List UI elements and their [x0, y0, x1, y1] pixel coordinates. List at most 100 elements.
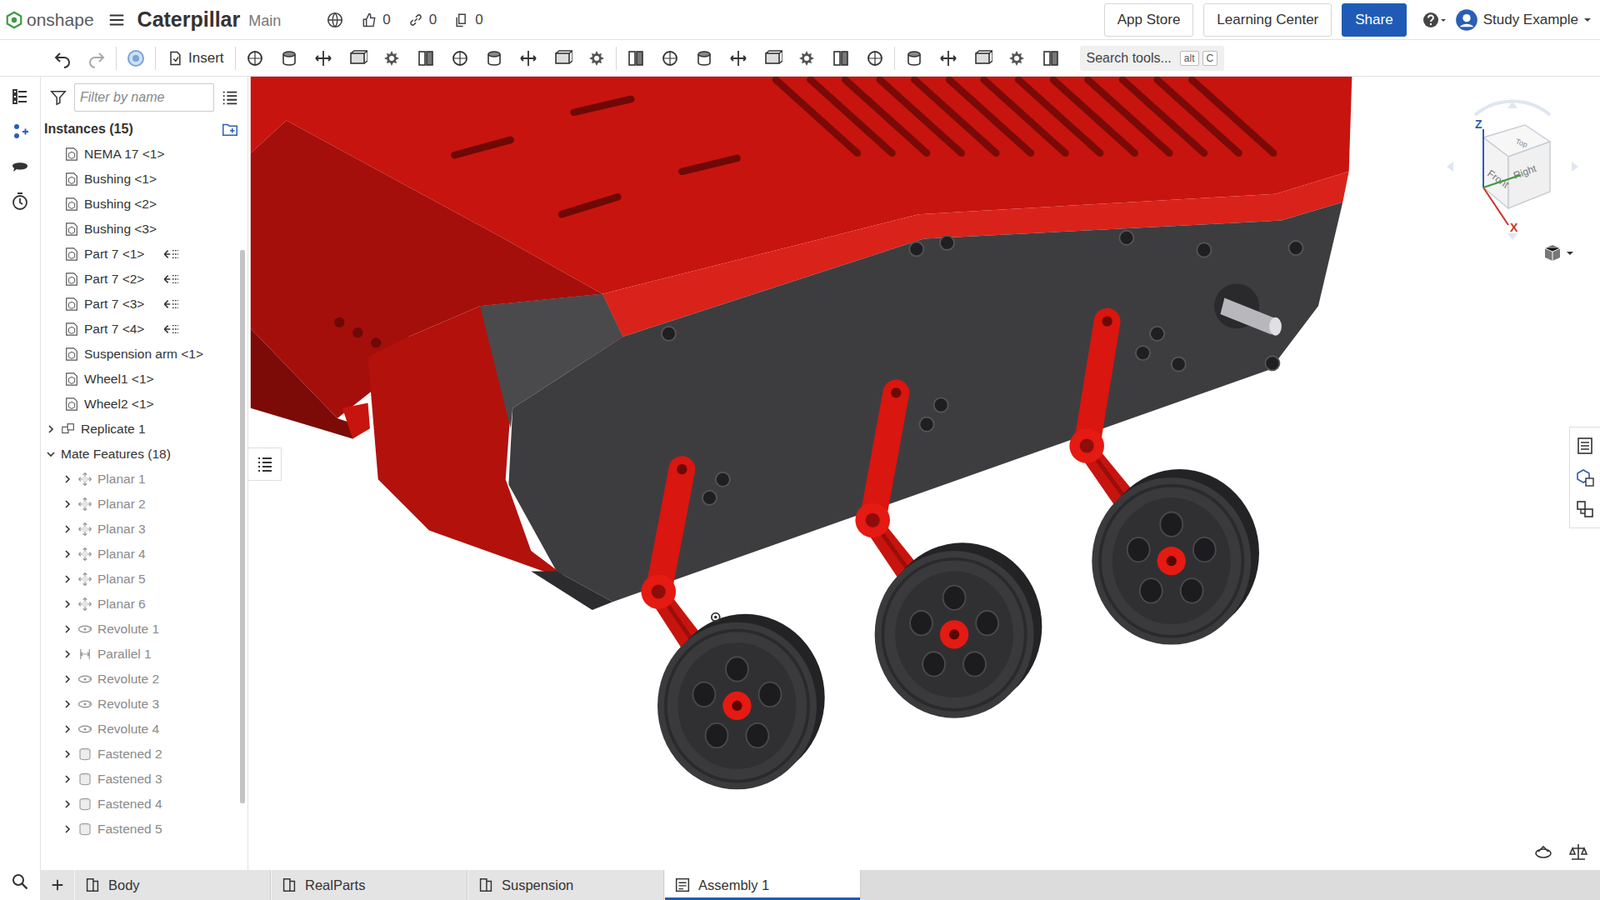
mate-row[interactable]: Revolute 1: [40, 616, 238, 642]
document-tab[interactable]: Suspension: [467, 870, 665, 900]
help-icon[interactable]: [1421, 10, 1447, 30]
instance-row[interactable]: Wheel1 <1>: [40, 366, 238, 392]
filter-input[interactable]: Filter by name: [74, 83, 215, 112]
comments-icon[interactable]: [10, 156, 30, 177]
redo-icon[interactable]: [86, 48, 107, 69]
add-mate-icon[interactable]: [10, 121, 30, 142]
undo-icon[interactable]: [52, 48, 73, 69]
wheel[interactable]: [657, 614, 825, 790]
mate-row[interactable]: Revolute 3: [40, 691, 238, 717]
document-tab[interactable]: Body: [74, 870, 271, 900]
tool-icon[interactable]: [728, 48, 749, 69]
chevron-icon[interactable]: [62, 499, 73, 510]
tool-icon[interactable]: [796, 48, 817, 69]
copies-counter[interactable]: 0: [453, 11, 483, 29]
search-tools[interactable]: Search tools... altC: [1080, 45, 1225, 71]
mate-features-header[interactable]: Mate Features (18): [40, 441, 238, 467]
tool-icon[interactable]: [1040, 48, 1061, 69]
header-button[interactable]: App Store: [1104, 3, 1195, 37]
chevron-icon[interactable]: [62, 624, 73, 635]
tool-icon[interactable]: [904, 48, 925, 69]
document-title[interactable]: Caterpillar: [137, 7, 241, 32]
chevron-icon[interactable]: [62, 824, 73, 835]
mate-row[interactable]: Fastened 2: [40, 741, 238, 767]
mate-row[interactable]: Planar 6: [40, 591, 238, 617]
mate-row[interactable]: Fastened 5: [40, 816, 238, 842]
configurations-icon[interactable]: [1575, 499, 1595, 520]
tool-icon[interactable]: [484, 48, 505, 69]
component-icon[interactable]: [125, 48, 146, 69]
tool-icon[interactable]: [972, 48, 993, 69]
tool-icon[interactable]: [1006, 48, 1027, 69]
chevron-icon[interactable]: [62, 599, 73, 610]
chevron-icon[interactable]: [45, 449, 56, 460]
wheel[interactable]: [875, 542, 1043, 718]
add-tab-button[interactable]: [40, 870, 75, 900]
tool-icon[interactable]: [347, 48, 368, 69]
chevron-icon[interactable]: [62, 749, 73, 760]
mate-row[interactable]: Planar 5: [40, 566, 238, 592]
mate-row[interactable]: Planar 3: [40, 516, 238, 542]
likes-counter[interactable]: 0: [360, 11, 390, 29]
branch-name[interactable]: Main: [248, 12, 281, 30]
tool-icon[interactable]: [694, 48, 715, 69]
properties-icon[interactable]: [1575, 435, 1595, 456]
globe-icon[interactable]: [325, 10, 345, 30]
instance-row[interactable]: Bushing <3>: [40, 216, 238, 242]
wheel[interactable]: [1091, 469, 1260, 645]
tool-icon[interactable]: [313, 48, 334, 69]
appearance-icon[interactable]: [1575, 467, 1595, 488]
document-tab[interactable]: Assembly 1: [664, 870, 861, 900]
tool-icon[interactable]: [586, 48, 607, 69]
feature-list-icon[interactable]: [10, 86, 30, 107]
view-cube-graphic[interactable]: TopFrontRightZX: [1441, 91, 1584, 250]
chevron-icon[interactable]: [62, 799, 73, 810]
instance-row[interactable]: Wheel2 <1>: [40, 391, 238, 417]
tool-icon[interactable]: [938, 48, 959, 69]
measure-icon[interactable]: [1568, 841, 1589, 862]
scrollbar-thumb[interactable]: [240, 250, 245, 804]
history-icon[interactable]: [10, 191, 30, 212]
instance-row[interactable]: Part 7 <1>: [40, 241, 238, 267]
mate-row[interactable]: Planar 4: [40, 541, 238, 567]
mate-row[interactable]: Revolute 2: [40, 666, 238, 692]
header-button[interactable]: Share: [1341, 3, 1406, 37]
chevron-icon[interactable]: [62, 474, 73, 485]
tool-icon[interactable]: [830, 48, 851, 69]
render-mode-icon[interactable]: [1533, 841, 1554, 862]
instance-row[interactable]: Suspension arm <1>: [40, 341, 238, 367]
document-tab[interactable]: RealParts: [270, 870, 468, 900]
tool-icon[interactable]: [450, 48, 470, 69]
view-cube[interactable]: TopFrontRightZX: [1441, 91, 1584, 264]
caterpillar-model[interactable]: [248, 76, 1600, 870]
graphics-area[interactable]: TopFrontRightZX: [248, 76, 1600, 870]
chevron-icon[interactable]: [62, 549, 73, 560]
menu-icon[interactable]: [107, 10, 126, 30]
tool-icon[interactable]: [762, 48, 783, 69]
create-folder-icon[interactable]: [220, 120, 240, 139]
instance-row[interactable]: Bushing <2>: [40, 191, 238, 217]
logo[interactable]: onshape: [5, 10, 95, 30]
list-view-icon[interactable]: [220, 88, 240, 107]
tool-icon[interactable]: [660, 48, 680, 69]
tool-icon[interactable]: [415, 48, 436, 69]
toggle-panel-button[interactable]: [248, 447, 282, 481]
user-menu[interactable]: Study Example: [1455, 8, 1592, 32]
chevron-icon[interactable]: [62, 649, 73, 660]
search-icon[interactable]: [10, 871, 30, 892]
tool-icon[interactable]: [552, 48, 573, 69]
chevron-icon[interactable]: [62, 774, 73, 785]
tool-icon[interactable]: [381, 48, 402, 69]
mate-row[interactable]: Parallel 1: [40, 641, 238, 667]
instance-row[interactable]: Part 7 <3>: [40, 291, 238, 317]
replicate-row[interactable]: Replicate 1: [40, 416, 238, 442]
mate-row[interactable]: Planar 2: [40, 491, 238, 517]
instance-row[interactable]: Part 7 <2>: [40, 266, 238, 292]
chevron-icon[interactable]: [62, 524, 73, 535]
mate-row[interactable]: Fastened 3: [40, 766, 238, 792]
instance-row[interactable]: NEMA 17 <1>: [40, 141, 238, 167]
links-counter[interactable]: 0: [407, 11, 437, 29]
view-options-icon[interactable]: [1541, 243, 1575, 264]
scrollbar[interactable]: [237, 141, 248, 870]
filter-icon[interactable]: [49, 88, 68, 107]
